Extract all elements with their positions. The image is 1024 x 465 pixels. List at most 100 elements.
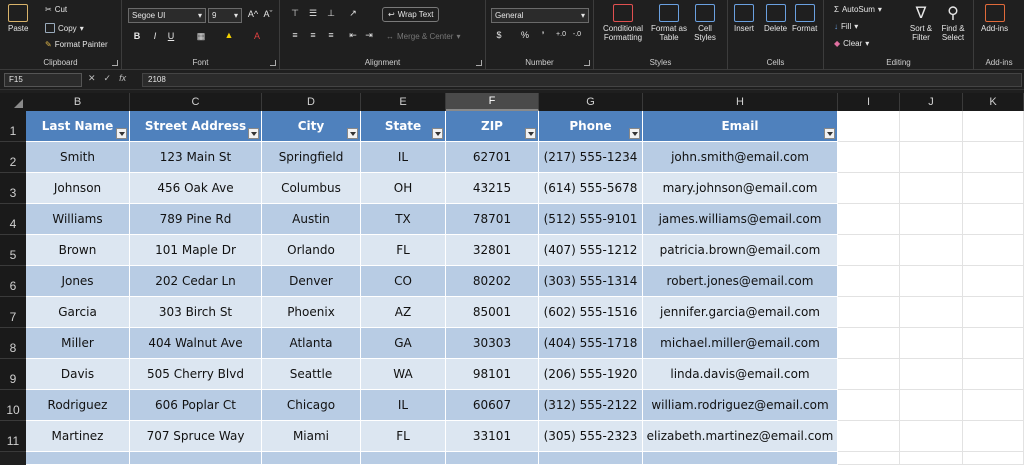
table-cell[interactable]: 98101 xyxy=(446,359,539,390)
table-cell[interactable]: (602) 555-1516 xyxy=(539,297,643,328)
delete-button[interactable]: Delete xyxy=(764,4,787,33)
empty-cell[interactable] xyxy=(900,390,963,421)
table-cell[interactable]: 30303 xyxy=(446,328,539,359)
table-cell[interactable]: jennifer.garcia@email.com xyxy=(643,297,838,328)
table-cell[interactable]: FL xyxy=(361,235,446,266)
table-cell[interactable]: (404) 555-1718 xyxy=(539,328,643,359)
filter-dropdown-icon[interactable] xyxy=(525,128,536,139)
format-as-table-button[interactable]: Format as Table xyxy=(650,4,688,42)
currency-button[interactable]: $ xyxy=(492,30,506,40)
table-cell[interactable]: 33101 xyxy=(446,421,539,452)
empty-cell[interactable] xyxy=(963,235,1024,266)
row-header-10[interactable]: 10 xyxy=(0,390,26,421)
table-cell[interactable]: (407) 555-1212 xyxy=(539,235,643,266)
row-header-4[interactable]: 4 xyxy=(0,204,26,235)
row-header-3[interactable]: 3 xyxy=(0,173,26,204)
filter-dropdown-icon[interactable] xyxy=(248,128,259,139)
empty-cell[interactable] xyxy=(838,235,900,266)
empty-cell[interactable] xyxy=(838,390,900,421)
increase-decimal-button[interactable]: +.0 xyxy=(554,31,568,38)
empty-cell[interactable] xyxy=(963,390,1024,421)
row-header-11[interactable]: 11 xyxy=(0,421,26,452)
column-header-j[interactable]: J xyxy=(900,93,963,111)
empty-cell[interactable] xyxy=(838,142,900,173)
table-cell[interactable]: Martinez xyxy=(26,421,130,452)
table-cell[interactable] xyxy=(643,452,838,465)
table-cell[interactable]: Columbus xyxy=(262,173,361,204)
decrease-decimal-button[interactable]: -.0 xyxy=(570,31,584,38)
row-header-2[interactable]: 2 xyxy=(0,142,26,173)
fill-color-icon[interactable]: ▲ xyxy=(222,30,236,40)
table-cell[interactable]: Seattle xyxy=(262,359,361,390)
column-header-c[interactable]: C xyxy=(130,93,262,111)
table-cell[interactable]: Atlanta xyxy=(262,328,361,359)
dialog-launcher-icon[interactable] xyxy=(584,60,590,66)
empty-cell[interactable] xyxy=(900,328,963,359)
column-header-d[interactable]: D xyxy=(262,93,361,111)
align-right-icon[interactable]: ≡ xyxy=(324,30,338,40)
table-cell[interactable]: OH xyxy=(361,173,446,204)
empty-cell[interactable] xyxy=(963,173,1024,204)
empty-cell[interactable] xyxy=(900,142,963,173)
table-header-cell[interactable]: City xyxy=(262,111,361,142)
table-cell[interactable]: michael.miller@email.com xyxy=(643,328,838,359)
table-cell[interactable]: 303 Birch St xyxy=(130,297,262,328)
align-bottom-icon[interactable]: ⊥ xyxy=(324,8,338,19)
table-cell[interactable]: 456 Oak Ave xyxy=(130,173,262,204)
empty-cell[interactable] xyxy=(963,142,1024,173)
check-icon[interactable]: ✓ xyxy=(104,73,112,84)
table-cell[interactable]: Chicago xyxy=(262,390,361,421)
number-format-select[interactable]: General ▾ xyxy=(491,8,589,23)
table-cell[interactable]: 202 Cedar Ln xyxy=(130,266,262,297)
empty-cell[interactable] xyxy=(963,328,1024,359)
comma-button[interactable]: ’ xyxy=(536,30,550,40)
sort-filter-button[interactable]: ∇ Sort & Filter xyxy=(906,4,936,42)
empty-cell[interactable] xyxy=(963,204,1024,235)
clear-button[interactable]: ◆ Clear ▾ xyxy=(834,39,869,48)
borders-icon[interactable]: ▦ xyxy=(194,31,208,42)
empty-cell[interactable] xyxy=(900,111,963,142)
table-header-cell[interactable]: Street Address xyxy=(130,111,262,142)
table-cell[interactable]: Garcia xyxy=(26,297,130,328)
font-color-icon[interactable]: A xyxy=(250,31,264,41)
table-cell[interactable]: (305) 555-2323 xyxy=(539,421,643,452)
align-center-icon[interactable]: ≡ xyxy=(306,30,320,40)
align-top-icon[interactable]: ⊤ xyxy=(288,8,302,19)
formula-input[interactable]: 2108 xyxy=(142,73,1022,87)
table-cell[interactable]: 43215 xyxy=(446,173,539,204)
percent-button[interactable]: % xyxy=(518,30,532,40)
empty-cell[interactable] xyxy=(963,297,1024,328)
table-cell[interactable]: (614) 555-5678 xyxy=(539,173,643,204)
format-painter-button[interactable]: ✎ Format Painter xyxy=(45,40,108,49)
empty-cell[interactable] xyxy=(900,359,963,390)
table-cell[interactable]: Austin xyxy=(262,204,361,235)
autosum-button[interactable]: Σ AutoSum ▾ xyxy=(834,5,882,14)
empty-cell[interactable] xyxy=(963,111,1024,142)
row-header-8[interactable]: 8 xyxy=(0,328,26,359)
empty-cell[interactable] xyxy=(838,111,900,142)
table-cell[interactable]: robert.jones@email.com xyxy=(643,266,838,297)
dialog-launcher-icon[interactable] xyxy=(476,60,482,66)
table-cell[interactable] xyxy=(262,452,361,465)
table-cell[interactable]: 78701 xyxy=(446,204,539,235)
table-cell[interactable]: 32801 xyxy=(446,235,539,266)
empty-cell[interactable] xyxy=(900,266,963,297)
underline-button[interactable]: U xyxy=(164,31,178,41)
table-cell[interactable]: Orlando xyxy=(262,235,361,266)
filter-dropdown-icon[interactable] xyxy=(116,128,127,139)
table-header-cell[interactable]: Phone xyxy=(539,111,643,142)
fill-button[interactable]: ↓ Fill ▾ xyxy=(834,22,858,31)
table-cell[interactable]: 85001 xyxy=(446,297,539,328)
table-cell[interactable]: IL xyxy=(361,142,446,173)
table-header-cell[interactable]: State xyxy=(361,111,446,142)
table-cell[interactable]: Brown xyxy=(26,235,130,266)
cancel-icon[interactable]: ✕ xyxy=(88,73,96,84)
table-cell[interactable]: GA xyxy=(361,328,446,359)
table-cell[interactable]: 80202 xyxy=(446,266,539,297)
table-cell[interactable]: Rodriguez xyxy=(26,390,130,421)
cell-styles-button[interactable]: Cell Styles xyxy=(690,4,720,42)
select-all-button[interactable] xyxy=(0,93,26,111)
font-size-select[interactable]: 9 ▾ xyxy=(208,8,242,23)
row-header-9[interactable]: 9 xyxy=(0,359,26,390)
shrink-font-button[interactable]: Aˇ xyxy=(261,9,275,19)
